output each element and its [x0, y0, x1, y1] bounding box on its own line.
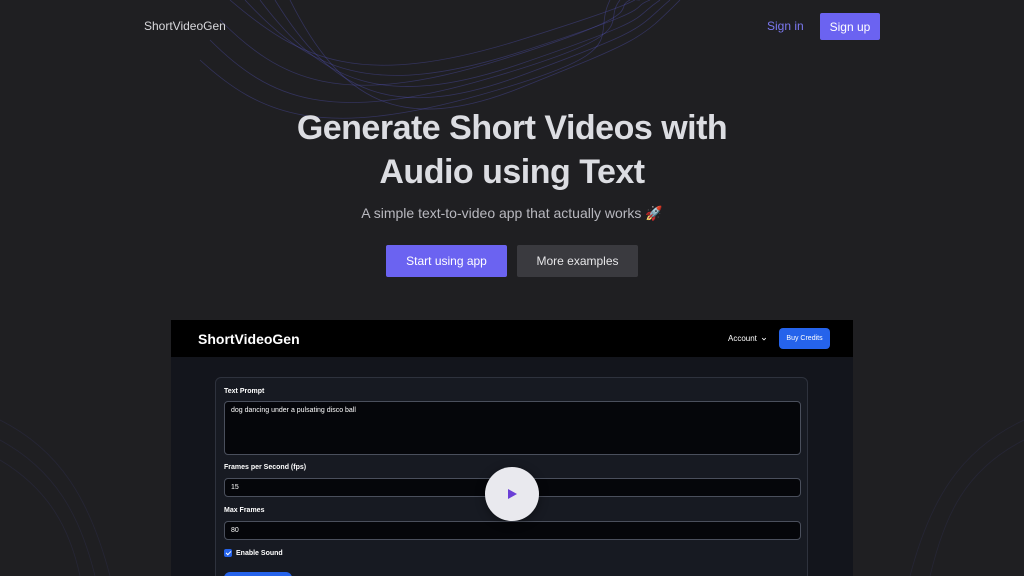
hero-subtitle: A simple text-to-video app that actually…	[361, 205, 663, 221]
buy-credits-button: Buy Credits	[779, 328, 830, 349]
play-video-button[interactable]	[485, 467, 539, 521]
prompt-label: Text Prompt	[224, 388, 265, 395]
brand-logo[interactable]: ShortVideoGen	[144, 19, 226, 33]
max-frames-label: Max Frames	[224, 507, 265, 514]
signin-link[interactable]: Sign in	[767, 19, 804, 33]
generate-button	[224, 572, 292, 576]
account-menu: Account	[728, 334, 767, 343]
hero-title: Generate Short Videos with Audio using T…	[212, 106, 812, 194]
enable-sound-label: Enable Sound	[236, 549, 283, 557]
enable-sound-row: Enable Sound	[224, 549, 283, 557]
app-preview: ShortVideoGen Account Buy Credits Text P…	[171, 320, 853, 576]
checkbox-checked-icon	[224, 549, 232, 557]
play-icon	[508, 489, 517, 499]
chevron-down-icon	[761, 337, 767, 340]
hero-title-line2: Audio using Text	[379, 153, 645, 191]
start-using-app-button[interactable]: Start using app	[386, 245, 507, 277]
account-label: Account	[728, 334, 757, 343]
app-preview-header: ShortVideoGen Account Buy Credits	[171, 320, 853, 357]
fps-label: Frames per Second (fps)	[224, 464, 307, 471]
hero-title-line1: Generate Short Videos with	[296, 109, 728, 147]
prompt-textarea: dog dancing under a pulsating disco ball	[224, 401, 801, 455]
top-nav: ShortVideoGen Sign in Sign up	[0, 0, 1024, 54]
app-preview-brand: ShortVideoGen	[198, 331, 300, 347]
max-frames-input: 80	[224, 521, 801, 540]
signup-button[interactable]: Sign up	[820, 13, 880, 40]
more-examples-button[interactable]: More examples	[517, 245, 638, 277]
